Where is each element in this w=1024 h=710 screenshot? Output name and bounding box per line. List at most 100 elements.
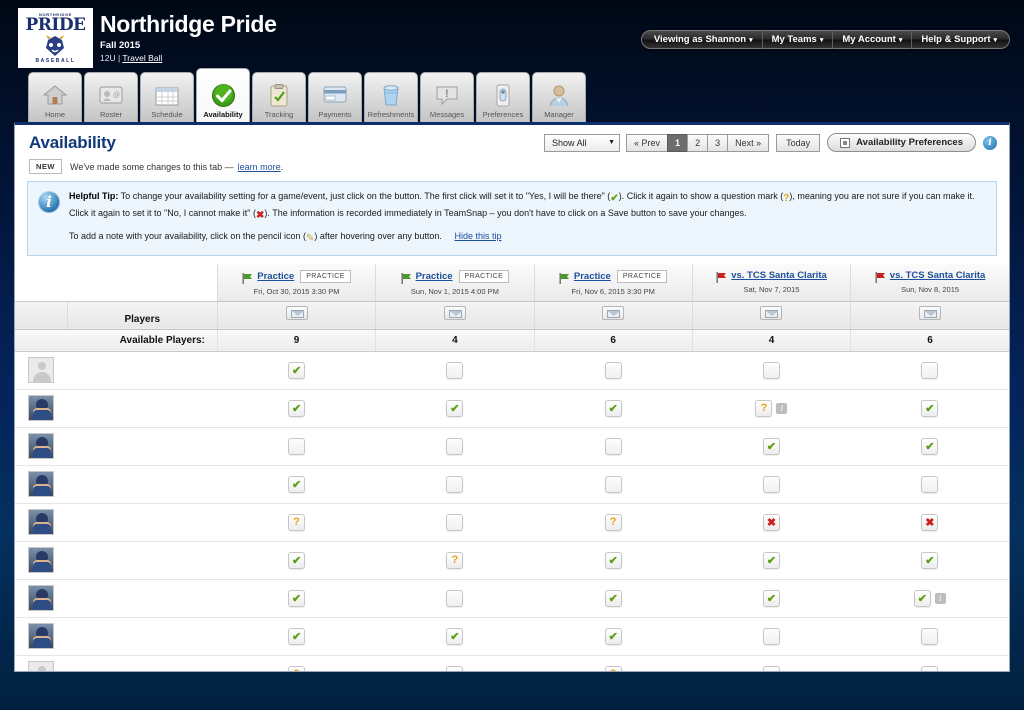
- availability-button-none[interactable]: [605, 362, 622, 379]
- availability-button-yes[interactable]: ✔: [446, 400, 463, 417]
- avatar[interactable]: [28, 433, 54, 459]
- availability-button-none[interactable]: [446, 362, 463, 379]
- envelope-icon[interactable]: [602, 306, 624, 320]
- availability-button-none[interactable]: [921, 666, 938, 673]
- availability-button-yes[interactable]: ✔: [605, 590, 622, 607]
- availability-button-none[interactable]: [763, 666, 780, 673]
- availability-button-maybe[interactable]: ?: [446, 552, 463, 569]
- availability-button-maybe[interactable]: ?: [605, 666, 622, 673]
- availability-preferences-button[interactable]: Availability Preferences: [827, 133, 976, 152]
- availability-button-yes[interactable]: ✔: [605, 628, 622, 645]
- availability-button-yes[interactable]: ✔: [288, 362, 305, 379]
- avatar[interactable]: [28, 585, 54, 611]
- page-button-3[interactable]: 3: [707, 134, 728, 152]
- availability-button-yes[interactable]: ✔: [288, 628, 305, 645]
- availability-button-none[interactable]: [446, 514, 463, 531]
- availability-button-none[interactable]: [446, 666, 463, 673]
- tab-preferences[interactable]: Preferences: [476, 72, 530, 122]
- event-date: Fri, Oct 30, 2015 3:30 PM: [222, 287, 371, 296]
- availability-button-yes[interactable]: ✔: [763, 590, 780, 607]
- avatar[interactable]: [28, 471, 54, 497]
- avatar[interactable]: [28, 395, 54, 421]
- availability-button-yes[interactable]: ✔: [288, 590, 305, 607]
- note-icon[interactable]: i: [935, 593, 946, 604]
- availability-button-maybe[interactable]: ?: [605, 514, 622, 531]
- avatar[interactable]: [28, 661, 54, 672]
- speech-bubble-icon: !: [435, 82, 459, 108]
- player-avatar-cell: [15, 351, 67, 389]
- envelope-icon[interactable]: [444, 306, 466, 320]
- table-row: ✔✔: [15, 427, 1009, 465]
- availability-button-yes[interactable]: ✔: [288, 552, 305, 569]
- event-link[interactable]: vs. TCS Santa Clarita: [731, 270, 827, 281]
- avatar[interactable]: [28, 509, 54, 535]
- note-icon[interactable]: i: [776, 403, 787, 414]
- availability-button-yes[interactable]: ✔: [605, 400, 622, 417]
- hide-tip-link[interactable]: Hide this tip: [454, 231, 501, 241]
- availability-button-yes[interactable]: ✔: [921, 400, 938, 417]
- event-date: Sun, Nov 1, 2015 4:00 PM: [380, 287, 529, 296]
- next-page-button[interactable]: Next »: [727, 134, 769, 152]
- event-link[interactable]: vs. TCS Santa Clarita: [890, 270, 986, 281]
- availability-button-none[interactable]: [288, 438, 305, 455]
- availability-button-none[interactable]: [446, 590, 463, 607]
- tab-schedule[interactable]: Schedule: [140, 72, 194, 122]
- nav-help-support[interactable]: Help & Support▾: [912, 31, 1006, 49]
- tab-roster[interactable]: @Roster: [84, 72, 138, 122]
- availability-button-maybe[interactable]: ?: [755, 400, 772, 417]
- availability-button-maybe[interactable]: ?: [288, 666, 305, 673]
- nav-viewing-as[interactable]: Viewing as Shannon▾: [645, 31, 763, 49]
- availability-button-yes[interactable]: ✔: [446, 628, 463, 645]
- tab-messages[interactable]: !Messages: [420, 72, 474, 122]
- today-button[interactable]: Today: [776, 134, 820, 152]
- availability-button-yes[interactable]: ✔: [288, 400, 305, 417]
- availability-button-yes[interactable]: ✔: [288, 476, 305, 493]
- availability-button-none[interactable]: [921, 476, 938, 493]
- envelope-icon[interactable]: [760, 306, 782, 320]
- tab-home[interactable]: Home: [28, 72, 82, 122]
- learn-more-link[interactable]: learn more: [238, 162, 281, 172]
- tab-refreshments[interactable]: Refreshments: [364, 72, 418, 122]
- envelope-icon[interactable]: [286, 306, 308, 320]
- tab-tracking[interactable]: Tracking: [252, 72, 306, 122]
- availability-button-yes[interactable]: ✔: [921, 552, 938, 569]
- league-link[interactable]: Travel Ball: [122, 53, 162, 63]
- drink-cup-icon: [381, 82, 401, 108]
- prev-page-button[interactable]: « Prev: [626, 134, 668, 152]
- availability-button-yes[interactable]: ✔: [763, 552, 780, 569]
- nav-my-teams[interactable]: My Teams▾: [763, 31, 834, 49]
- event-link[interactable]: Practice: [574, 271, 611, 282]
- info-icon[interactable]: i: [983, 136, 997, 150]
- availability-button-none[interactable]: [605, 476, 622, 493]
- filter-select[interactable]: Show All ▼: [544, 134, 620, 152]
- avatar[interactable]: [28, 623, 54, 649]
- count-spacer: [15, 329, 67, 351]
- availability-button-yes[interactable]: ✔: [921, 438, 938, 455]
- page-button-2[interactable]: 2: [687, 134, 708, 152]
- availability-button-none[interactable]: [763, 362, 780, 379]
- chevron-down-icon: ▾: [749, 37, 753, 44]
- avatar[interactable]: [28, 357, 54, 383]
- availability-button-no[interactable]: ✖: [763, 514, 780, 531]
- availability-button-none[interactable]: [921, 628, 938, 645]
- availability-button-none[interactable]: [763, 628, 780, 645]
- tab-availability[interactable]: Availability: [196, 68, 250, 122]
- availability-button-yes[interactable]: ✔: [914, 590, 931, 607]
- event-link[interactable]: Practice: [257, 271, 294, 282]
- availability-button-maybe[interactable]: ?: [288, 514, 305, 531]
- availability-button-no[interactable]: ✖: [921, 514, 938, 531]
- availability-button-yes[interactable]: ✔: [605, 552, 622, 569]
- availability-button-none[interactable]: [446, 476, 463, 493]
- avatar[interactable]: [28, 547, 54, 573]
- availability-button-none[interactable]: [921, 362, 938, 379]
- tab-manager[interactable]: Manager: [532, 72, 586, 122]
- nav-my-account[interactable]: My Account▾: [833, 31, 912, 49]
- page-button-1[interactable]: 1: [667, 134, 688, 152]
- event-link[interactable]: Practice: [416, 271, 453, 282]
- availability-button-none[interactable]: [763, 476, 780, 493]
- availability-button-none[interactable]: [446, 438, 463, 455]
- availability-button-yes[interactable]: ✔: [763, 438, 780, 455]
- envelope-icon[interactable]: [919, 306, 941, 320]
- availability-button-none[interactable]: [605, 438, 622, 455]
- tab-payments[interactable]: Payments: [308, 72, 362, 122]
